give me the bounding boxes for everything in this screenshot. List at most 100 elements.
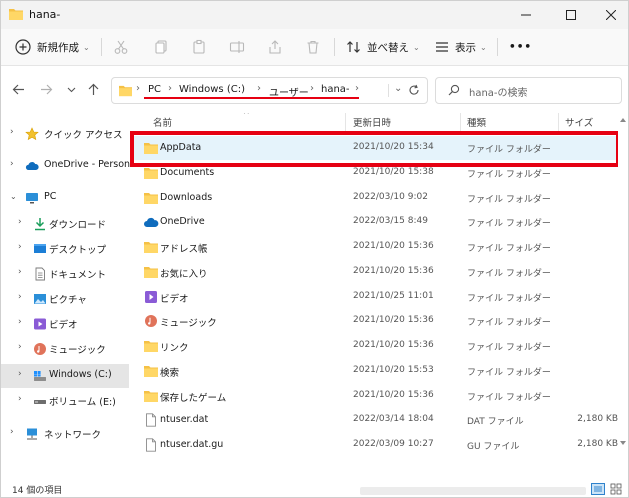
nav-item-pc[interactable]: ⌄ PC <box>1 187 129 209</box>
more-options-button[interactable]: ••• <box>509 35 532 59</box>
column-header-name[interactable]: 名前 <box>153 115 172 129</box>
chevron-right-icon[interactable]: › <box>10 127 14 137</box>
close-button[interactable] <box>589 1 629 29</box>
explorer-window: hana- 新規作成 ⌄ 並べ替え ⌄ 表示 ⌄ ••• › PC › Wind… <box>0 0 629 498</box>
nav-item-music[interactable]: › ミュージック <box>1 338 129 360</box>
tiles-view-icon[interactable] <box>610 483 622 495</box>
chevron-right-icon[interactable]: › <box>10 159 14 169</box>
share-icon[interactable] <box>267 39 283 55</box>
chevron-right-icon[interactable]: › <box>18 292 22 302</box>
new-button[interactable]: 新規作成 ⌄ <box>15 35 90 59</box>
table-row[interactable]: Downloads 2022/03/10 9:02 ファイル フォルダー <box>130 186 618 210</box>
nav-item-videos[interactable]: › ビデオ <box>1 313 129 335</box>
sort-ascending-icon: ^ <box>243 113 250 119</box>
address-dropdown-icon[interactable]: ⌄ <box>394 83 402 94</box>
table-row[interactable]: ミュージック 2021/10/20 15:36 ファイル フォルダー <box>130 309 618 333</box>
nav-item-desktop[interactable]: › デスクトップ <box>1 238 129 260</box>
file-date: 2021/10/20 15:36 <box>353 340 434 350</box>
address-bar[interactable]: › PC › Windows (C:) › ユーザー › hana- › ⌄ <box>111 77 428 104</box>
horizontal-scrollbar[interactable] <box>360 487 586 495</box>
vertical-scrollbar[interactable] <box>618 113 628 479</box>
file-name: 検索 <box>160 367 180 379</box>
drive-icon <box>34 400 46 404</box>
rename-icon[interactable] <box>229 39 245 55</box>
nav-item-network[interactable]: › ネットワーク <box>1 423 129 445</box>
paste-icon[interactable] <box>191 39 207 55</box>
file-type: DAT ファイル <box>467 417 524 428</box>
nav-item-documents[interactable]: › ドキュメント <box>1 263 129 285</box>
command-bar: 新規作成 ⌄ 並べ替え ⌄ 表示 ⌄ ••• <box>1 29 628 66</box>
table-row[interactable]: リンク 2021/10/20 15:36 ファイル フォルダー <box>130 334 618 358</box>
nav-item-pictures[interactable]: › ピクチャ <box>1 288 129 310</box>
table-row[interactable]: アドレス帳 2021/10/20 15:36 ファイル フォルダー <box>130 235 618 259</box>
chevron-right-icon[interactable]: › <box>18 217 22 227</box>
scroll-down-icon[interactable] <box>620 440 626 446</box>
cut-icon[interactable] <box>113 39 129 55</box>
chevron-right-icon[interactable]: › <box>18 242 22 252</box>
chevron-right-icon: › <box>257 83 261 94</box>
nav-item-volume-e[interactable]: › ボリューム (E:) <box>1 390 129 412</box>
breadcrumb-current[interactable]: hana- <box>321 84 350 95</box>
chevron-right-icon[interactable]: › <box>18 317 22 327</box>
chevron-right-icon[interactable]: › <box>18 369 22 379</box>
nav-item-onedrive[interactable]: › OneDrive - Personal <box>1 155 139 177</box>
breadcrumb-pc[interactable]: PC <box>148 84 161 95</box>
folder-icon <box>144 266 158 278</box>
maximize-button[interactable] <box>549 1 593 29</box>
forward-button[interactable] <box>37 80 55 98</box>
chevron-right-icon[interactable]: › <box>18 342 22 352</box>
file-type: ファイル フォルダー <box>467 367 551 378</box>
details-view-icon[interactable] <box>591 483 605 495</box>
nav-item-windows-c[interactable]: › Windows (C:) <box>1 364 129 388</box>
divider[interactable] <box>460 113 461 131</box>
file-date: 2022/03/10 9:02 <box>353 191 428 202</box>
chevron-right-icon[interactable]: › <box>18 267 22 277</box>
file-type: ファイル フォルダー <box>467 244 551 254</box>
trash-icon[interactable] <box>305 39 321 55</box>
view-icon <box>436 42 448 52</box>
scroll-up-icon[interactable] <box>620 117 626 123</box>
copy-icon[interactable] <box>153 39 169 55</box>
search-placeholder: hana-の検索 <box>469 88 528 99</box>
divider[interactable] <box>558 113 559 131</box>
table-row[interactable]: ntuser.dat.gu 2022/03/09 10:27 GU ファイル 2,18… <box>130 433 618 457</box>
chevron-right-icon[interactable]: › <box>18 394 22 404</box>
column-header-size[interactable]: サイズ <box>565 115 593 129</box>
refresh-icon[interactable] <box>408 84 420 96</box>
view-button[interactable]: 表示 ⌄ <box>434 35 487 59</box>
search-input[interactable]: hana-の検索 <box>435 77 622 104</box>
file-name: ntuser.dat.gu <box>160 439 224 450</box>
table-row[interactable]: お気に入り 2021/10/20 15:36 ファイル フォルダー <box>130 260 618 284</box>
folder-icon <box>144 390 158 402</box>
chevron-right-icon: › <box>355 83 359 94</box>
monitor-icon <box>26 193 38 204</box>
file-name: ビデオ <box>160 293 189 305</box>
table-row[interactable]: ntuser.dat 2022/03/14 18:04 DAT ファイル 2,180 … <box>130 408 618 432</box>
minimize-button[interactable] <box>504 1 548 29</box>
column-header-type[interactable]: 種類 <box>467 115 486 129</box>
breadcrumb-drive[interactable]: Windows (C:) <box>179 84 245 95</box>
table-row[interactable]: 保存したゲーム 2021/10/20 15:36 ファイル フォルダー <box>130 384 618 408</box>
sort-icon <box>347 41 360 53</box>
column-header-date[interactable]: 更新日時 <box>353 115 391 129</box>
chevron-down-icon: ⌄ <box>83 42 90 52</box>
table-row[interactable]: OneDrive 2022/03/15 8:49 ファイル フォルダー <box>130 210 618 234</box>
chevron-right-icon[interactable]: › <box>10 427 14 437</box>
sort-button[interactable]: 並べ替え ⌄ <box>346 35 420 59</box>
folder-icon <box>144 365 158 377</box>
file-date: 2021/10/20 15:53 <box>353 364 434 375</box>
recent-locations-button[interactable] <box>62 80 80 98</box>
folder-icon <box>144 192 158 204</box>
table-row[interactable]: ビデオ 2021/10/25 11:01 ファイル フォルダー <box>130 285 618 309</box>
cloud-icon <box>144 218 159 228</box>
nav-item-quick-access[interactable]: › クイック アクセス <box>1 123 129 145</box>
divider[interactable] <box>345 113 346 131</box>
file-type: ファイル フォルダー <box>467 169 551 180</box>
chevron-down-icon[interactable]: ⌄ <box>10 192 17 201</box>
file-date: 2021/10/20 15:36 <box>353 241 434 251</box>
back-button[interactable] <box>9 80 27 98</box>
table-row[interactable]: 検索 2021/10/20 15:53 ファイル フォルダー <box>130 359 618 383</box>
nav-item-downloads[interactable]: › ダウンロード <box>1 213 129 235</box>
up-button[interactable] <box>84 80 102 98</box>
plus-circle-icon <box>15 39 31 55</box>
